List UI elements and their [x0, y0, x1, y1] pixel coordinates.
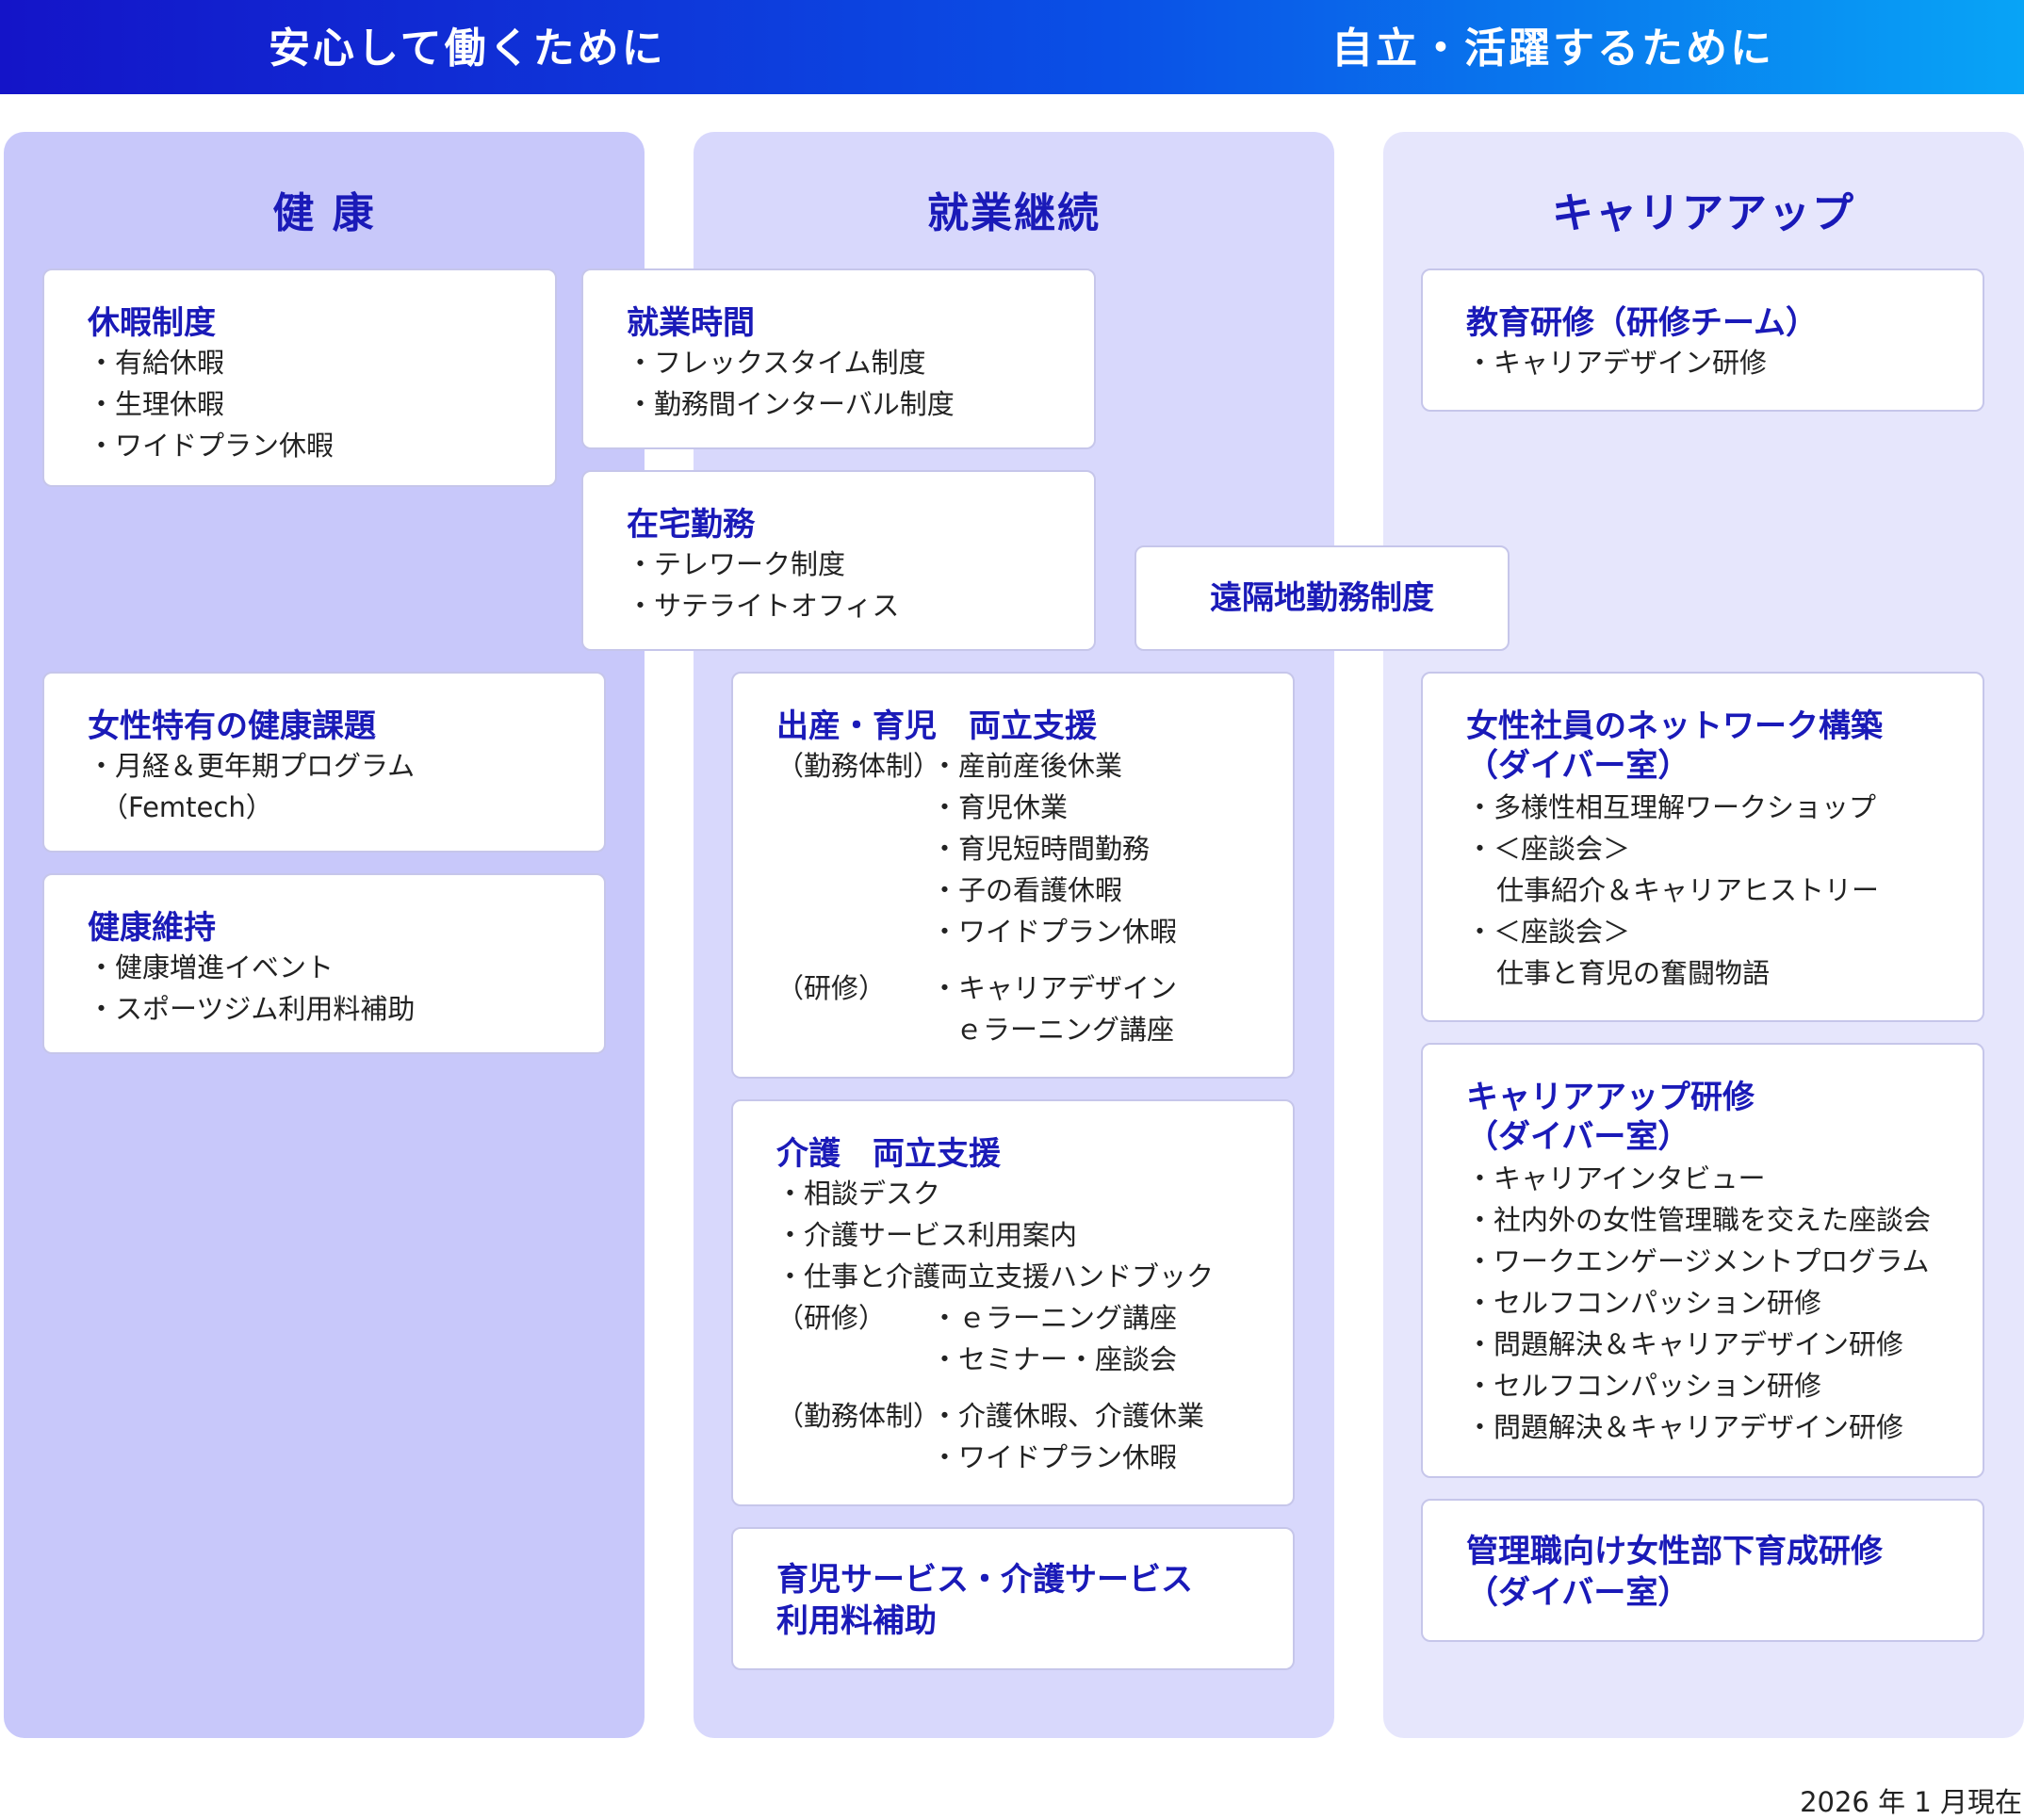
childcare-support-card: 出産・育児 両立支援 （勤務体制） ・産前産後休業 ・育児休業 ・育児短時間勤務…	[731, 672, 1295, 1079]
leave-system-card: 休暇制度 ・有給休暇 ・生理休暇 ・ワイドプラン休暇	[42, 268, 557, 487]
list-item: ・介護休暇、介護休業	[931, 1400, 1205, 1432]
wellness-card: 健康維持 ・健康増進イベント ・スポーツジム利用料補助	[42, 873, 606, 1054]
work-hours-title: 就業時間	[627, 304, 755, 342]
list-item: ・ワイドプラン休暇	[88, 430, 335, 462]
training-label: （研修）	[776, 1302, 887, 1334]
employment-column-title: 就業継続	[927, 189, 1101, 237]
distant-work-card: 遠隔地勤務制度	[1134, 545, 1510, 651]
womens-health-card: 女性特有の健康課題 ・月経＆更年期プログラム （Femtech）	[42, 672, 606, 853]
women-network-title-line: 女性社員のネットワーク構築	[1466, 707, 1883, 745]
service-subsidy-title-line: 育児サービス・介護サービス	[776, 1561, 1193, 1599]
womens-health-title: 女性特有の健康課題	[88, 707, 376, 745]
list-item: ・子の看護休暇	[931, 874, 1123, 906]
work-system-label: （勤務体制）	[776, 1400, 941, 1432]
list-item: （Femtech）	[101, 791, 273, 823]
list-item: ・相談デスク	[776, 1178, 941, 1210]
list-item: ・健康増進イベント	[88, 951, 335, 983]
service-subsidy-title-line: 利用料補助	[776, 1602, 937, 1640]
leave-system-title: 休暇制度	[88, 304, 216, 342]
career-up-training-title-line: キャリアアップ研修	[1466, 1079, 1755, 1116]
career-column-title: キャリアアップ	[1552, 189, 1855, 237]
work-system-label: （勤務体制）	[776, 750, 941, 782]
list-item: ・育児短時間勤務	[931, 833, 1151, 865]
list-item: ・セルフコンパッション研修	[1466, 1370, 1822, 1402]
list-item: ・仕事と介護両立支援ハンドブック	[776, 1260, 1215, 1292]
list-item: ・育児休業	[931, 791, 1069, 823]
list-item: ・ワイドプラン休暇	[931, 916, 1178, 948]
list-item: ・生理休暇	[88, 388, 225, 420]
wellness-title: 健康維持	[88, 909, 216, 947]
list-item: ・キャリアデザイン研修	[1466, 347, 1768, 379]
list-item: ・＜座談会＞	[1466, 916, 1631, 948]
career-up-training-title-line: （ダイバー室）	[1466, 1118, 1690, 1156]
list-item: ・ワイドプラン休暇	[931, 1441, 1178, 1473]
list-item: ・フレックスタイム制度	[627, 347, 926, 379]
service-subsidy-card: 育児サービス・介護サービス 利用料補助	[731, 1527, 1295, 1670]
list-item: ・ｅラーニング講座	[931, 1302, 1178, 1334]
list-item: ・ワークエンゲージメントプログラム	[1466, 1245, 1930, 1277]
remote-work-card: 在宅勤務 ・テレワーク制度 ・サテライトオフィス	[581, 470, 1096, 651]
health-column-title: 健 康	[272, 189, 376, 237]
header-banner: 安心して働くために 自立・活躍するために	[0, 0, 2024, 94]
list-item: ・問題解決＆キャリアデザイン研修	[1466, 1328, 1904, 1360]
list-item: ・社内外の女性管理職を交えた座談会	[1466, 1204, 1932, 1236]
list-item: ・セミナー・座談会	[931, 1343, 1178, 1375]
women-network-card: 女性社員のネットワーク構築 （ダイバー室） ・多様性相互理解ワークショップ ・＜…	[1421, 672, 1984, 1022]
list-item: ・問題解決＆キャリアデザイン研修	[1466, 1411, 1904, 1443]
remote-work-title: 在宅勤務	[627, 506, 755, 544]
manager-training-title-line: 管理職向け女性部下育成研修	[1466, 1533, 1883, 1570]
list-item: ｅラーニング講座	[955, 1014, 1175, 1046]
as-of-date: 2026 年 1 月現在	[1800, 1786, 2022, 1818]
list-item: ・月経＆更年期プログラム	[88, 750, 416, 782]
list-item: ・産前産後休業	[931, 750, 1123, 782]
nursing-care-title: 介護 両立支援	[776, 1135, 1001, 1173]
list-item: ・介護サービス利用案内	[776, 1219, 1078, 1251]
list-item: 仕事紹介＆キャリアヒストリー	[1496, 874, 1880, 906]
list-item: 仕事と育児の奮闘物語	[1496, 957, 1771, 989]
childcare-support-title: 出産・育児 両立支援	[776, 707, 1097, 745]
list-item: ・サテライトオフィス	[627, 590, 900, 622]
list-item: ・セルフコンパッション研修	[1466, 1287, 1822, 1319]
list-item: ・＜座談会＞	[1466, 833, 1631, 865]
distant-work-title: 遠隔地勤務制度	[1210, 579, 1434, 617]
list-item: ・多様性相互理解ワークショップ	[1466, 791, 1877, 823]
work-hours-card: 就業時間 ・フレックスタイム制度 ・勤務間インターバル制度	[581, 268, 1096, 449]
manager-training-title-line: （ダイバー室）	[1466, 1574, 1690, 1612]
women-network-title-line: （ダイバー室）	[1466, 747, 1690, 785]
education-training-title: 教育研修（研修チーム）	[1466, 304, 1818, 342]
nursing-care-support-card: 介護 両立支援 ・相談デスク ・介護サービス利用案内 ・仕事と介護両立支援ハンド…	[731, 1099, 1295, 1506]
list-item: ・スポーツジム利用料補助	[88, 993, 416, 1025]
training-label: （研修）	[776, 972, 887, 1004]
career-up-training-card: キャリアアップ研修 （ダイバー室） ・キャリアインタビュー ・社内外の女性管理職…	[1421, 1043, 1984, 1478]
list-item: ・キャリアデザイン	[931, 972, 1178, 1004]
manager-training-card: 管理職向け女性部下育成研修 （ダイバー室）	[1421, 1499, 1984, 1642]
list-item: ・テレワーク制度	[627, 548, 846, 580]
education-training-card: 教育研修（研修チーム） ・キャリアデザイン研修	[1421, 268, 1984, 412]
list-item: ・有給休暇	[88, 347, 225, 379]
list-item: ・勤務間インターバル制度	[627, 388, 955, 420]
banner-left-heading: 安心して働くために	[269, 24, 666, 73]
list-item: ・キャリアインタビュー	[1466, 1162, 1766, 1194]
banner-right-heading: 自立・活躍するために	[1331, 24, 1774, 73]
